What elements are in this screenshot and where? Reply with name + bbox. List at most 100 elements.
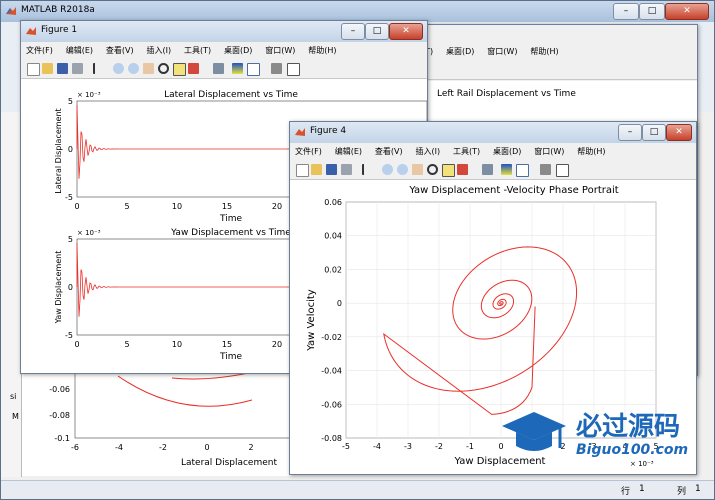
colorbar-icon[interactable] (232, 63, 243, 74)
fig4-menu-file[interactable]: 文件(F) (290, 143, 327, 157)
menu-window[interactable]: 窗口(W) (482, 43, 522, 57)
fig4-minimize-button[interactable]: – (618, 124, 642, 141)
edit-plot-icon[interactable] (362, 164, 370, 175)
fig1-menu-edit[interactable]: 编辑(E) (61, 42, 98, 56)
new-figure-icon[interactable] (27, 63, 40, 76)
pan-icon[interactable] (412, 164, 423, 175)
print-icon[interactable] (72, 63, 83, 74)
figure-4-title: Figure 4 (310, 126, 347, 136)
fig4-menu-desktop[interactable]: 桌面(D) (488, 143, 526, 157)
status-col-value: 1 (695, 484, 701, 494)
brush-icon[interactable] (457, 164, 468, 175)
fig1-menu-tools[interactable]: 工具(T) (179, 42, 216, 56)
legend-icon[interactable] (516, 164, 529, 177)
fig1-bottom-ytick-1: 5 (68, 235, 73, 244)
x-tick-label: 5 (124, 340, 129, 349)
zoom-in-icon[interactable] (113, 63, 124, 74)
fig1-menu-desktop[interactable]: 桌面(D) (219, 42, 257, 56)
fig1-menu-window[interactable]: 窗口(W) (260, 42, 300, 56)
open-file-icon[interactable] (311, 164, 322, 175)
fig4-close-button[interactable]: ✕ (666, 124, 692, 141)
watermark: 必过源码 Biguo100.com (500, 404, 700, 464)
fig1-menu-file[interactable]: 文件(F) (21, 42, 58, 56)
fig4-chart-title: Yaw Displacement -Velocity Phase Portrai… (408, 185, 618, 196)
zoom-out-icon[interactable] (128, 63, 139, 74)
menu-desktop[interactable]: 桌面(D) (441, 43, 479, 57)
rotate-icon[interactable] (158, 63, 169, 74)
x-tick-label: 0 (74, 340, 79, 349)
fig4-ylabel: Yaw Velocity (306, 289, 317, 352)
show-tools-icon[interactable] (556, 164, 569, 177)
link-icon[interactable] (482, 164, 493, 175)
fig4-menu-view[interactable]: 查看(V) (370, 143, 408, 157)
fig1-maximize-button[interactable]: □ (365, 23, 389, 40)
x-tick-label: 5 (124, 202, 129, 211)
figure-icon (295, 128, 305, 136)
fig1-top-ytick-1: 5 (68, 97, 73, 106)
fig1-bottom-exponent: × 10⁻³ (77, 229, 101, 237)
link-icon[interactable] (213, 63, 224, 74)
main-minimize-button[interactable]: – (613, 3, 639, 20)
pan-icon[interactable] (143, 63, 154, 74)
save-icon[interactable] (57, 63, 68, 74)
show-tools-icon[interactable] (287, 63, 300, 76)
fig1-bottom-ytick-2: 0 (68, 283, 73, 292)
open-file-icon[interactable] (42, 63, 53, 74)
fig4-menu-help[interactable]: 帮助(H) (572, 143, 610, 157)
fig1-top-exponent: × 10⁻³ (77, 91, 101, 99)
x-tick-label: -5 (342, 442, 350, 451)
bg-xtick-1: -6 (71, 443, 79, 452)
y-tick-label: -0.04 (321, 367, 342, 376)
fig1-minimize-button[interactable]: – (341, 23, 365, 40)
main-close-button[interactable]: ✕ (665, 3, 709, 20)
data-cursor-icon[interactable] (173, 63, 186, 76)
fig4-menu-edit[interactable]: 编辑(E) (330, 143, 367, 157)
edit-plot-icon[interactable] (93, 63, 101, 74)
main-maximize-button[interactable]: □ (639, 3, 665, 20)
status-col-label: 列 (677, 487, 687, 497)
x-tick-label: 15 (222, 202, 232, 211)
y-tick-label: 0.04 (324, 232, 342, 241)
background-phase-plot: -0.06 -0.08 -0.1 -6 -4 -2 0 2 Lateral Di… (22, 359, 293, 476)
rotate-icon[interactable] (427, 164, 438, 175)
legend-icon[interactable] (247, 63, 260, 76)
fig1-menu-view[interactable]: 查看(V) (101, 42, 139, 56)
fig1-top-ytick-3: -5 (65, 193, 73, 202)
figure-4-title-bar: Figure 4 – □ ✕ (290, 122, 696, 143)
fig1-bottom-ylabel: Yaw Displacement (54, 251, 63, 325)
fig1-top-ylabel: Lateral Displacement (54, 108, 63, 193)
save-icon[interactable] (326, 164, 337, 175)
x-tick-label: -1 (466, 442, 474, 451)
print-icon[interactable] (341, 164, 352, 175)
x-tick-label: 20 (272, 340, 282, 349)
fig1-menu-help[interactable]: 帮助(H) (303, 42, 341, 56)
hide-tools-icon[interactable] (271, 63, 282, 74)
fig4-maximize-button[interactable]: □ (642, 124, 666, 141)
hide-tools-icon[interactable] (540, 164, 551, 175)
fig4-menu-window[interactable]: 窗口(W) (529, 143, 569, 157)
main-status-bar: 行 1 列 1 (1, 480, 714, 499)
y-tick-label: 0.06 (324, 198, 342, 207)
side-label-si: si (10, 392, 17, 401)
bg-xtick-5: 2 (248, 443, 253, 452)
bg-ytick-2: -0.08 (49, 411, 70, 420)
fig4-menu-tools[interactable]: 工具(T) (448, 143, 485, 157)
fig1-close-button[interactable]: ✕ (389, 23, 423, 40)
y-tick-label: -0.08 (321, 434, 342, 443)
bg-xtick-3: -2 (159, 443, 167, 452)
figure-1-toolbar (21, 60, 427, 79)
fig1-menu-insert[interactable]: 插入(I) (141, 42, 176, 56)
figure-2-menu: 工具(T) 桌面(D) 窗口(W) 帮助(H) (401, 43, 697, 61)
new-figure-icon[interactable] (296, 164, 309, 177)
zoom-in-icon[interactable] (382, 164, 393, 175)
zoom-out-icon[interactable] (397, 164, 408, 175)
fig4-menu-insert[interactable]: 插入(I) (410, 143, 445, 157)
colorbar-icon[interactable] (501, 164, 512, 175)
data-cursor-icon[interactable] (442, 164, 455, 177)
x-tick-label: 10 (172, 202, 182, 211)
x-tick-label: 0 (74, 202, 79, 211)
brush-icon[interactable] (188, 63, 199, 74)
menu-help[interactable]: 帮助(H) (525, 43, 563, 57)
x-tick-label: -2 (435, 442, 443, 451)
figure-4-menu: 文件(F) 编辑(E) 查看(V) 插入(I) 工具(T) 桌面(D) 窗口(W… (290, 143, 696, 161)
